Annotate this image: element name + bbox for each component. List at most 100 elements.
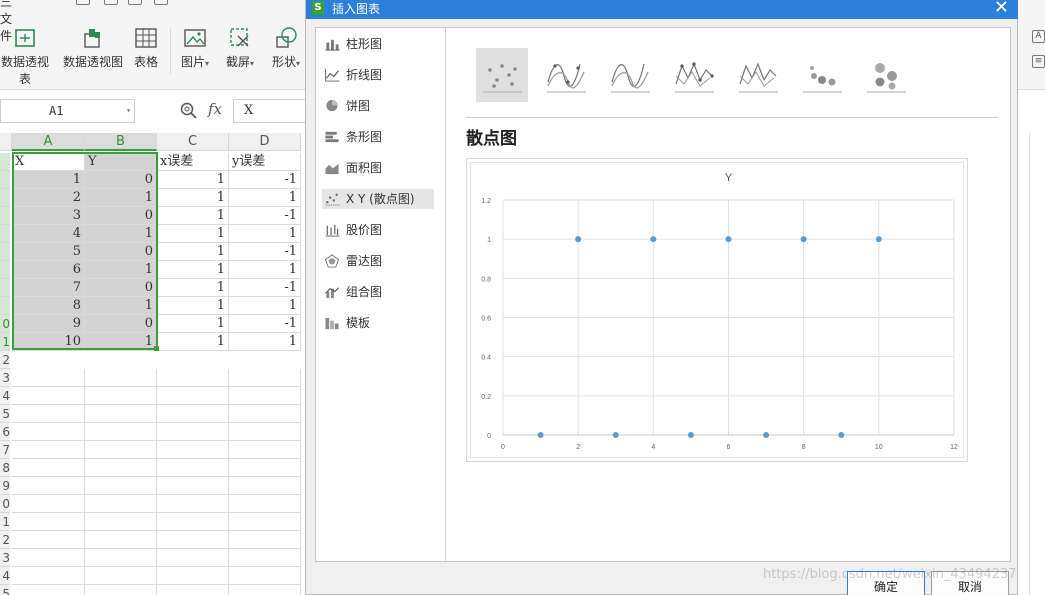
chart-category-bar-chart[interactable]: 条形图 <box>322 127 434 147</box>
text-box-icon[interactable]: A <box>1032 30 1045 43</box>
empty-cell[interactable] <box>85 549 157 567</box>
empty-cell[interactable] <box>157 387 229 405</box>
empty-cell[interactable] <box>157 513 229 531</box>
row-header[interactable] <box>0 297 10 315</box>
empty-cell[interactable] <box>157 477 229 495</box>
empty-cell[interactable] <box>157 459 229 477</box>
chart-category-stock-chart[interactable]: 股价图 <box>322 220 434 240</box>
screenshot-button[interactable]: 截屏▾ <box>222 26 258 70</box>
shapes-button[interactable]: 形状▾ <box>266 26 306 70</box>
subtype-scatter[interactable] <box>476 48 528 102</box>
row-header[interactable]: 2 <box>0 531 10 549</box>
pivot-chart-button[interactable]: 数据透视图 <box>62 26 124 70</box>
empty-cell[interactable] <box>229 495 301 513</box>
empty-cell[interactable] <box>12 441 85 459</box>
row-header[interactable]: 1 <box>0 333 10 351</box>
empty-cell[interactable] <box>85 387 157 405</box>
formula-input[interactable]: X <box>233 99 310 123</box>
row-header[interactable] <box>0 225 10 243</box>
empty-cell[interactable] <box>157 531 229 549</box>
subtype-smooth-lines-markers[interactable] <box>540 48 592 102</box>
cell[interactable]: 1 <box>157 315 229 333</box>
picture-dropdown-caret[interactable]: ▾ <box>205 59 209 68</box>
row-header[interactable]: 0 <box>0 495 10 513</box>
chart-category-area-chart[interactable]: 面积图 <box>322 158 434 178</box>
export-icon[interactable] <box>154 0 168 5</box>
empty-cell[interactable] <box>229 459 301 477</box>
chart-preview[interactable]: Y 0 0.2 0.4 0.6 0.8 1 1.2 0 2 4 6 8 10 12 <box>466 158 968 462</box>
row-header[interactable] <box>0 261 10 279</box>
empty-cell[interactable] <box>157 495 229 513</box>
picture-button[interactable]: 图片▾ <box>177 26 213 70</box>
empty-cell[interactable] <box>85 531 157 549</box>
empty-cell[interactable] <box>12 513 85 531</box>
cell[interactable]: 1 <box>229 333 301 351</box>
empty-cell[interactable] <box>85 495 157 513</box>
cell[interactable]: 1 <box>229 297 301 315</box>
empty-cell[interactable] <box>157 585 229 595</box>
empty-cell[interactable] <box>12 459 85 477</box>
empty-cell[interactable] <box>12 387 85 405</box>
cell[interactable]: -1 <box>229 171 301 189</box>
cell[interactable]: -1 <box>229 279 301 297</box>
empty-cell[interactable] <box>157 441 229 459</box>
empty-cell[interactable] <box>229 405 301 423</box>
row-header[interactable] <box>0 171 10 189</box>
cell[interactable]: 1 <box>157 279 229 297</box>
cell-header[interactable]: x误差 <box>157 153 229 171</box>
empty-cell[interactable] <box>12 567 85 585</box>
row-header[interactable]: 2 <box>0 351 10 369</box>
empty-cell[interactable] <box>229 549 301 567</box>
cell[interactable]: 1 <box>229 189 301 207</box>
empty-cell[interactable] <box>85 423 157 441</box>
cell[interactable]: 1 <box>157 225 229 243</box>
cell[interactable]: 1 <box>157 189 229 207</box>
fx-icon[interactable]: fx <box>208 100 222 118</box>
column-header-a[interactable]: A <box>12 133 85 151</box>
empty-cell[interactable] <box>85 567 157 585</box>
cell[interactable]: 1 <box>157 261 229 279</box>
subtype-smooth-lines[interactable] <box>604 48 656 102</box>
row-header[interactable]: 1 <box>0 513 10 531</box>
empty-cell[interactable] <box>85 459 157 477</box>
empty-cell[interactable] <box>229 585 301 595</box>
empty-cell[interactable] <box>157 369 229 387</box>
shapes-dropdown-caret[interactable]: ▾ <box>296 59 300 68</box>
empty-cell[interactable] <box>85 441 157 459</box>
cell[interactable]: -1 <box>229 243 301 261</box>
subtype-bubble[interactable] <box>796 48 848 102</box>
row-header[interactable]: 4 <box>0 387 10 405</box>
row-header[interactable] <box>0 279 10 297</box>
zoom-icon[interactable] <box>180 102 198 120</box>
row-header[interactable]: 5 <box>0 405 10 423</box>
empty-cell[interactable] <box>157 423 229 441</box>
row-header[interactable] <box>0 189 10 207</box>
subtype-straight-lines-markers[interactable] <box>668 48 720 102</box>
row-header[interactable]: 0 <box>0 315 10 333</box>
row-header[interactable]: 9 <box>0 477 10 495</box>
chart-category-scatter-chart[interactable]: X Y (散点图) <box>322 189 434 209</box>
empty-cell[interactable] <box>229 477 301 495</box>
cell[interactable]: -1 <box>229 315 301 333</box>
fill-handle[interactable] <box>154 346 159 351</box>
subtype-straight-lines[interactable] <box>732 48 784 102</box>
row-header[interactable] <box>0 243 10 261</box>
empty-cell[interactable] <box>229 441 301 459</box>
cell[interactable]: 1 <box>157 207 229 225</box>
empty-cell[interactable] <box>12 369 85 387</box>
row-header[interactable]: 4 <box>0 567 10 585</box>
screenshot-dropdown-caret[interactable]: ▾ <box>250 59 254 68</box>
empty-cell[interactable] <box>85 369 157 387</box>
cell[interactable]: -1 <box>229 207 301 225</box>
cell[interactable]: 1 <box>157 297 229 315</box>
row-header[interactable] <box>0 207 10 225</box>
empty-cell[interactable] <box>229 369 301 387</box>
table-button[interactable]: 表格 <box>130 26 162 70</box>
empty-cell[interactable] <box>85 585 157 595</box>
empty-cell[interactable] <box>12 585 85 595</box>
empty-cell[interactable] <box>12 549 85 567</box>
cell[interactable]: 1 <box>157 171 229 189</box>
empty-cell[interactable] <box>85 513 157 531</box>
empty-cell[interactable] <box>85 405 157 423</box>
preview-icon[interactable] <box>128 0 142 5</box>
